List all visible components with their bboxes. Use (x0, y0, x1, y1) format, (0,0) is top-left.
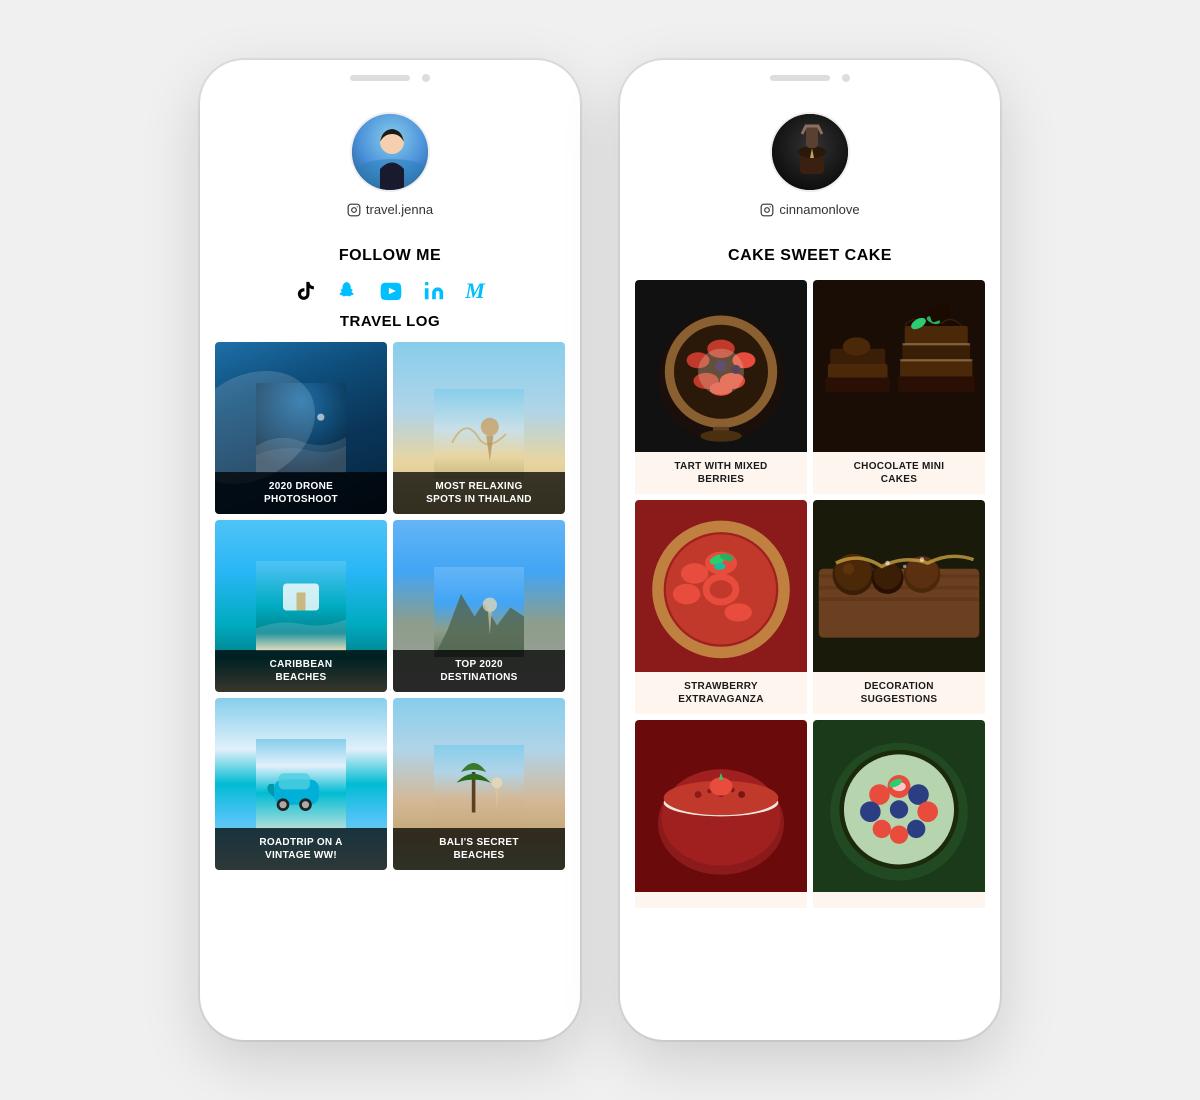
avatar-2 (770, 112, 850, 192)
notch-dot-2 (842, 74, 850, 82)
username-label-2: cinnamonlove (779, 202, 859, 217)
caption-caribbean: CARIBBEANBEACHES (215, 650, 387, 692)
food-post-3[interactable]: STRAWBERRYEXTRAVAGANZA (635, 500, 807, 714)
caption-roadtrip: ROADTRIP ON AVINTAGE WW! (215, 828, 387, 870)
travel-post-3[interactable]: CARIBBEANBEACHES (215, 520, 387, 692)
snapchat-icon[interactable] (337, 280, 359, 308)
caption-drone: 2020 DRONEPHOTOSHOOT (215, 472, 387, 514)
tiktok-icon[interactable] (295, 280, 317, 308)
social-icons-row: M (200, 280, 580, 308)
phone2-notch (620, 60, 1000, 92)
food-post-5[interactable] (635, 720, 807, 908)
caption-thailand: MOST RELAXINGSPOTS IN THAILAND (393, 472, 565, 514)
notch-pill (350, 75, 410, 81)
notch-pill-2 (770, 75, 830, 81)
profile-section: travel.jenna (200, 92, 580, 227)
youtube-icon[interactable] (379, 280, 403, 308)
instagram-icon-2 (760, 203, 774, 217)
travel-log-section: TRAVEL LOG 2020 DRONEPHOTOSHOOT (200, 313, 580, 870)
food-post-2[interactable]: CHOCOLATE MINICAKES (813, 280, 985, 494)
phone2-content: cinnamonlove CAKE SWEET CAKE (620, 92, 1000, 928)
food-caption-2: CHOCOLATE MINICAKES (813, 452, 985, 494)
follow-title: FOLLOW ME (200, 247, 580, 265)
phone-notch (200, 60, 580, 92)
instagram-icon (347, 203, 361, 217)
food-caption-1: TART WITH MIXEDBERRIES (635, 452, 807, 494)
profile-section-2: cinnamonlove (620, 92, 1000, 227)
blog-title: CAKE SWEET CAKE (620, 247, 1000, 265)
food-caption-3: STRAWBERRYEXTRAVAGANZA (635, 672, 807, 714)
username-label: travel.jenna (366, 202, 433, 217)
food-caption-4: DECORATIONSUGGESTIONS (813, 672, 985, 714)
caption-bali: BALI'S SECRETBEACHES (393, 828, 565, 870)
food-post-6[interactable] (813, 720, 985, 908)
travel-post-1[interactable]: 2020 DRONEPHOTOSHOOT (215, 342, 387, 514)
food-post-4[interactable]: DECORATIONSUGGESTIONS (813, 500, 985, 714)
phone1-content: travel.jenna FOLLOW ME (200, 92, 580, 890)
food-post-1[interactable]: TART WITH MIXEDBERRIES (635, 280, 807, 494)
username-row-2: cinnamonlove (760, 202, 859, 217)
food-caption-5 (635, 892, 807, 908)
avatar (350, 112, 430, 192)
phone-food: cinnamonlove CAKE SWEET CAKE (620, 60, 1000, 1040)
phone-travel: travel.jenna FOLLOW ME (200, 60, 580, 1040)
food-photo-grid: TART WITH MIXEDBERRIES (620, 280, 1000, 908)
travel-post-2[interactable]: MOST RELAXINGSPOTS IN THAILAND (393, 342, 565, 514)
username-row: travel.jenna (347, 202, 433, 217)
medium-icon[interactable]: M (465, 280, 485, 308)
travel-post-4[interactable]: TOP 2020DESTINATIONS (393, 520, 565, 692)
travel-log-title: TRAVEL LOG (215, 313, 565, 330)
travel-post-6[interactable]: BALI'S SECRETBEACHES (393, 698, 565, 870)
food-caption-6 (813, 892, 985, 908)
linkedin-icon[interactable] (423, 280, 445, 308)
travel-photo-grid: 2020 DRONEPHOTOSHOOT MOST RELAXINGSPOTS … (215, 342, 565, 870)
travel-post-5[interactable]: ROADTRIP ON AVINTAGE WW! (215, 698, 387, 870)
notch-dot (422, 74, 430, 82)
phones-container: travel.jenna FOLLOW ME (160, 20, 1040, 1080)
caption-destinations: TOP 2020DESTINATIONS (393, 650, 565, 692)
